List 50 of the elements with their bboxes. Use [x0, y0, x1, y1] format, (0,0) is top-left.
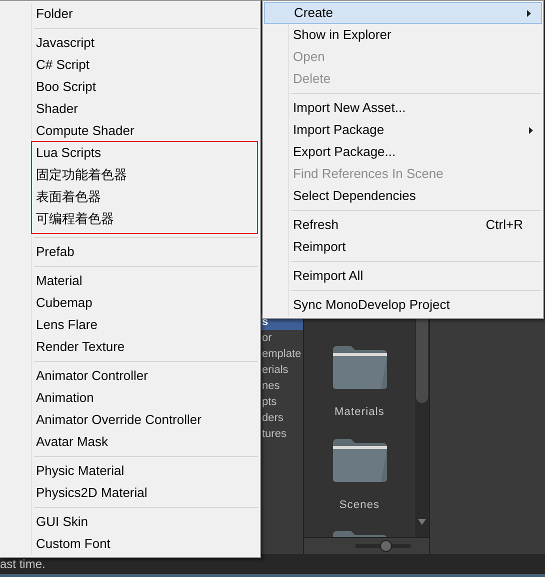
menu-item[interactable]: Lua Scripts [32, 142, 257, 164]
menu-item[interactable]: Refresh Ctrl+R [289, 214, 543, 236]
folder-label: Materials [334, 405, 385, 420]
status-text: ast time. [0, 556, 46, 573]
menu-item[interactable]: Create [264, 2, 542, 24]
menu-item[interactable]: 表面着色器 [32, 186, 257, 208]
sidebar-item[interactable]: pts [262, 394, 277, 410]
shortcut-text: Ctrl+R [486, 216, 523, 234]
folder-label: Scenes [339, 498, 380, 512]
menu-item[interactable]: Render Texture [32, 336, 260, 358]
menu-item[interactable]: Sync MonoDevelop Project [289, 294, 543, 316]
menu-item[interactable]: Animator Controller [32, 365, 260, 387]
menu-item[interactable]: Boo Script [32, 76, 260, 98]
menu-item[interactable]: Compute Shader [32, 120, 260, 142]
menu-item[interactable]: Reimport All [289, 265, 543, 287]
menu-item[interactable]: Lens Flare [32, 314, 260, 336]
menu-item[interactable]: Import New Asset... [289, 97, 543, 119]
menu-item[interactable]: 可编程着色器 [32, 208, 257, 230]
folder-icon[interactable] [330, 344, 388, 390]
submenu-arrow-icon [529, 126, 533, 134]
menu-item[interactable]: Select Dependencies [289, 185, 543, 207]
sidebar-item[interactable]: tures [262, 426, 286, 442]
menu-item[interactable]: Physics2D Material [32, 482, 260, 504]
menu-item[interactable]: Avatar Mask [32, 431, 260, 453]
sidebar-item[interactable]: nes [262, 378, 280, 394]
sidebar-item[interactable]: emplate [262, 346, 302, 362]
scroll-down-icon[interactable] [418, 519, 426, 525]
menu-item[interactable]: 固定功能着色器 [32, 164, 257, 186]
menu-item[interactable]: Material [32, 270, 260, 292]
menu-item[interactable]: Shader [32, 98, 260, 120]
sidebar-item[interactable]: ders [262, 410, 284, 426]
menu-item[interactable]: Custom Font [32, 533, 260, 555]
menu-item[interactable]: Folder [32, 3, 260, 25]
menu-item[interactable]: Export Package... [289, 141, 543, 163]
menu-item[interactable]: Prefab [32, 241, 260, 263]
menu-item[interactable]: Cubemap [32, 292, 260, 314]
sidebar-item[interactable]: or [262, 330, 272, 346]
menu-item[interactable]: Import Package [289, 119, 543, 141]
folder-icon[interactable] [330, 436, 388, 482]
menu-item[interactable]: Physic Material [32, 460, 260, 482]
slider-thumb[interactable] [380, 540, 392, 552]
sidebar-item[interactable]: erials [262, 362, 288, 378]
menu-item[interactable]: Animator Override Controller [32, 409, 260, 431]
menu-item[interactable]: GUI Skin [32, 511, 260, 533]
submenu-arrow-icon [527, 10, 531, 16]
menu-item[interactable]: Javascript [32, 32, 260, 54]
menu-item[interactable]: C# Script [32, 54, 260, 76]
menu-item[interactable]: Reimport [289, 236, 543, 258]
menu-item[interactable]: Show in Explorer [289, 24, 543, 46]
menu-item[interactable]: Animation [32, 387, 260, 409]
